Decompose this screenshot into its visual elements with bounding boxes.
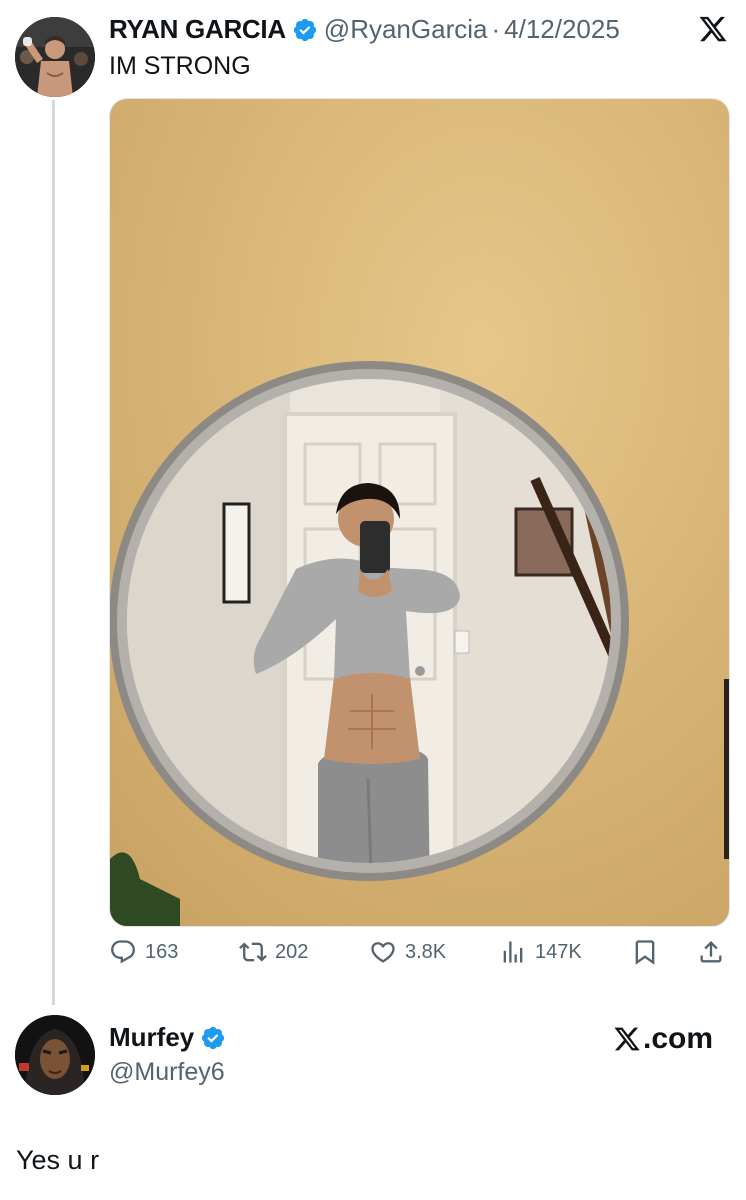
reply-count: 163 bbox=[145, 940, 179, 963]
verified-badge-icon bbox=[292, 17, 318, 43]
x-logo-icon[interactable] bbox=[697, 14, 729, 44]
reply-author-name[interactable]: Murfey bbox=[109, 1022, 194, 1053]
tweet-text: IM STRONG bbox=[109, 52, 251, 80]
author-name[interactable]: RYAN GARCIA bbox=[109, 14, 286, 45]
tweet-date[interactable]: 4/12/2025 bbox=[504, 14, 620, 45]
reply-icon bbox=[111, 940, 135, 964]
separator-dot: · bbox=[491, 14, 501, 44]
reply-author-handle[interactable]: @Murfey6 bbox=[109, 1058, 225, 1087]
share-button[interactable] bbox=[697, 938, 733, 966]
tweet-header: RYAN GARCIA @RyanGarcia · 4/12/2025 bbox=[109, 14, 620, 45]
x-com-text: .com bbox=[643, 1022, 714, 1055]
tweet-media-photo[interactable] bbox=[109, 98, 730, 927]
reply-button[interactable]: 163 bbox=[109, 938, 178, 966]
like-button[interactable]: 3.8K bbox=[369, 938, 446, 966]
tweet-actions-bar: 163 202 3.8K 147K bbox=[109, 938, 730, 978]
heart-icon bbox=[371, 942, 395, 963]
x-com-watermark: .com bbox=[612, 1022, 713, 1056]
views-count: 147K bbox=[535, 940, 582, 963]
reply-author-avatar[interactable] bbox=[15, 1015, 95, 1095]
x-logo-watermark-icon bbox=[614, 1027, 640, 1051]
retweet-button[interactable]: 202 bbox=[239, 938, 308, 966]
thread-line bbox=[52, 100, 55, 1005]
boxer-avatar-image bbox=[15, 17, 95, 97]
views-button[interactable]: 147K bbox=[499, 938, 582, 966]
like-count: 3.8K bbox=[405, 940, 447, 963]
author-handle[interactable]: @RyanGarcia bbox=[324, 14, 488, 45]
author-avatar[interactable] bbox=[15, 17, 95, 97]
reply-header: Murfey bbox=[109, 1022, 226, 1053]
retweet-count: 202 bbox=[275, 940, 309, 963]
hooded-avatar-image bbox=[15, 1015, 95, 1095]
bookmark-button[interactable] bbox=[631, 938, 667, 966]
reply-text: Yes u r bbox=[16, 1145, 100, 1175]
retweet-icon bbox=[239, 942, 267, 962]
bookmark-icon bbox=[635, 940, 655, 965]
mirror-selfie-photo bbox=[110, 99, 729, 926]
reply-verified-badge-icon bbox=[200, 1025, 226, 1051]
views-chart-icon bbox=[503, 941, 523, 963]
share-icon bbox=[700, 941, 722, 963]
